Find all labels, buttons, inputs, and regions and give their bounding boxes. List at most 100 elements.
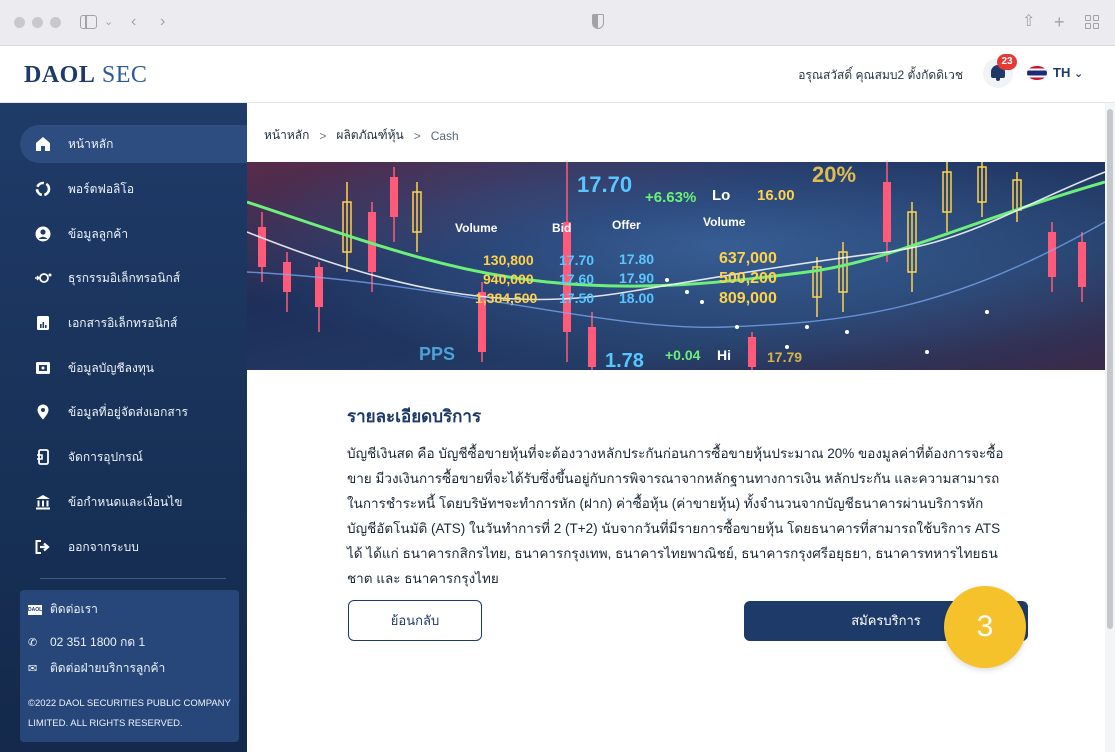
back-arrow-icon[interactable]: ‹ (131, 12, 136, 32)
privacy-shield-icon[interactable] (592, 14, 604, 29)
banner-bottom-price: 1.78 (605, 350, 644, 370)
sidebar-item-label: ข้อกำหนดและเงื่อนไข (68, 494, 183, 509)
forward-arrow-icon[interactable]: › (160, 12, 165, 32)
chevron-down-icon[interactable]: ⌄ (104, 12, 113, 32)
breadcrumb-stock-products[interactable]: ผลิตภัณฑ์หุ้น (336, 126, 403, 145)
contact-title-label: ติดต่อเรา (50, 602, 98, 616)
banner-cell: 130,800 (483, 252, 534, 268)
sidebar-item-label: ออกจากระบบ (68, 539, 139, 554)
banner-lo-label: Lo (712, 187, 730, 204)
banner-cell: 18.00 (619, 290, 654, 306)
sidebar-item-terms[interactable]: ข้อกำหนดและเงื่อนไข (20, 483, 247, 521)
page-scrollbar[interactable] (1105, 103, 1115, 752)
sidebar-item-mailing-address[interactable]: ข้อมูลที่อยู่จัดส่งเอกสาร (20, 393, 247, 431)
sidebar: หน้าหลัก พอร์ตฟอลิโอ ข้อมูลลูกค้า ธุรกรร… (0, 103, 247, 752)
customer-service-label: ติดต่อฝ่ายบริการลูกค้า (50, 661, 166, 675)
sidebar-item-label: หน้าหลัก (68, 136, 114, 151)
contact-title: DAOL ติดต่อเรา (28, 600, 231, 619)
copyright-notice: ©2022 DAOL SECURITIES PUBLIC COMPANY LIM… (28, 694, 231, 734)
banner-hi-label: Hi (717, 347, 731, 363)
tab-overview-icon[interactable] (1085, 15, 1099, 29)
banner-col-volume-right: Volume (703, 215, 746, 229)
banner-cell: 500,200 (719, 270, 777, 287)
daol-sec-logo[interactable]: DAOL SEC (24, 62, 147, 89)
copyright-line-1: ©2022 DAOL SECURITIES PUBLIC COMPANY (28, 698, 231, 709)
banner-lo-value: 16.00 (757, 187, 795, 204)
thai-flag-icon[interactable] (1027, 66, 1047, 80)
banner-col-offer: Offer (612, 218, 641, 232)
user-greeting: อรุณสวัสดิ์ คุณสมบ2 ตั้งกัดดิเวช (798, 68, 963, 82)
sidebar-item-label: ข้อมูลบัญชีลงทุน (68, 360, 154, 375)
sidebar-item-portfolio[interactable]: พอร์ตฟอลิโอ (20, 170, 247, 208)
service-details-title: รายละเอียดบริการ (347, 407, 482, 426)
main-content: หน้าหลัก > ผลิตภัณฑ์หุ้น > Cash 17.70 +6… (247, 103, 1105, 752)
banner-bottom-change: +0.04 (665, 347, 701, 363)
breadcrumb: หน้าหลัก > ผลิตภัณฑ์หุ้น > Cash (264, 126, 459, 145)
account-icon (34, 359, 52, 377)
breadcrumb-home[interactable]: หน้าหลัก (264, 126, 309, 145)
banner-image: 17.70 +6.63% Lo 16.00 20% Volume Bid Off… (247, 162, 1105, 370)
new-tab-icon[interactable]: + (1054, 12, 1065, 32)
phone-icon: ✆ (28, 637, 38, 649)
banner-cell: 17.70 (559, 252, 594, 268)
close-window-button[interactable] (14, 17, 25, 28)
transaction-icon (34, 269, 52, 287)
contact-phone[interactable]: ✆ 02 351 1800 กด 1 (28, 633, 231, 652)
phone-number: 02 351 1800 กด 1 (50, 635, 146, 649)
maximize-window-button[interactable] (50, 17, 61, 28)
banner-cell: 940,000 (483, 271, 534, 287)
bank-icon (34, 493, 52, 511)
banner-cell: 17.90 (619, 270, 654, 286)
banner-col-volume-left: Volume (455, 221, 498, 235)
home-icon (34, 135, 52, 153)
banner-hi-value: 17.79 (767, 349, 802, 365)
sidebar-divider (40, 578, 226, 579)
banner-change: +6.63% (645, 189, 696, 206)
banner-price: 17.70 (577, 172, 632, 197)
document-icon (34, 314, 52, 332)
daol-mini-logo: DAOL (28, 604, 43, 615)
device-icon (34, 448, 52, 466)
banner-pps: PPS (419, 344, 455, 364)
banner-col-bid: Bid (552, 221, 571, 235)
portfolio-icon (34, 180, 52, 198)
sidebar-item-investment-account[interactable]: ข้อมูลบัญชีลงทุน (20, 349, 247, 387)
share-icon[interactable]: ⇧ (1022, 12, 1035, 32)
back-button[interactable]: ย้อนกลับ (348, 600, 482, 641)
window-controls[interactable] (14, 17, 61, 28)
site-header: DAOL SEC อรุณสวัสดิ์ คุณสมบ2 ตั้งกัดดิเว… (0, 46, 1115, 103)
sidebar-item-device-management[interactable]: จัดการอุปกรณ์ (20, 438, 247, 476)
location-pin-icon (34, 403, 52, 421)
language-label: TH (1053, 65, 1071, 80)
sidebar-item-logout[interactable]: ออกจากระบบ (20, 528, 247, 566)
sidebar-item-label: พอร์ตฟอลิโอ (68, 181, 135, 196)
service-description: บัญชีเงินสด คือ บัญชีซื้อขายหุ้นที่จะต้อ… (347, 446, 1004, 586)
step-number-badge: 3 (944, 586, 1026, 668)
sidebar-item-home[interactable]: หน้าหลัก (20, 125, 247, 163)
stock-market-banner: 17.70 +6.63% Lo 16.00 20% Volume Bid Off… (247, 162, 1105, 370)
sidebar-item-customer-info[interactable]: ข้อมูลลูกค้า (20, 215, 247, 253)
contact-customer-service[interactable]: ✉ ติดต่อฝ่ายบริการลูกค้า (28, 659, 231, 678)
banner-cell: 1,384,500 (475, 290, 537, 306)
banner-pct: 20% (812, 162, 856, 187)
language-selector[interactable]: TH ⌄ (1053, 65, 1083, 80)
banner-cell: 17.60 (559, 271, 594, 287)
logout-icon (34, 538, 52, 556)
scrollbar-thumb[interactable] (1107, 109, 1113, 629)
sidebar-toggle-icon[interactable] (80, 15, 97, 29)
sidebar-item-label: ข้อมูลที่อยู่จัดส่งเอกสาร (68, 404, 188, 419)
banner-cell: 637,000 (719, 250, 777, 267)
sidebar-item-e-documents[interactable]: เอกสารอิเล็กทรอนิกส์ (20, 304, 247, 342)
banner-cell: 17.80 (619, 251, 654, 267)
breadcrumb-current: Cash (430, 128, 459, 143)
banner-cell: 809,000 (719, 290, 777, 307)
minimize-window-button[interactable] (32, 17, 43, 28)
notification-count-badge: 23 (997, 54, 1017, 70)
browser-toolbar: ⌄ ‹ › ⇧ + (0, 0, 1115, 46)
sidebar-item-label: ธุรกรรมอิเล็กทรอนิกส์ (68, 270, 181, 285)
chevron-down-icon: ⌄ (1073, 68, 1084, 80)
mail-icon: ✉ (28, 663, 38, 675)
sidebar-item-label: จัดการอุปกรณ์ (68, 449, 143, 464)
sidebar-item-e-transactions[interactable]: ธุรกรรมอิเล็กทรอนิกส์ (20, 259, 247, 297)
user-icon (34, 225, 52, 243)
